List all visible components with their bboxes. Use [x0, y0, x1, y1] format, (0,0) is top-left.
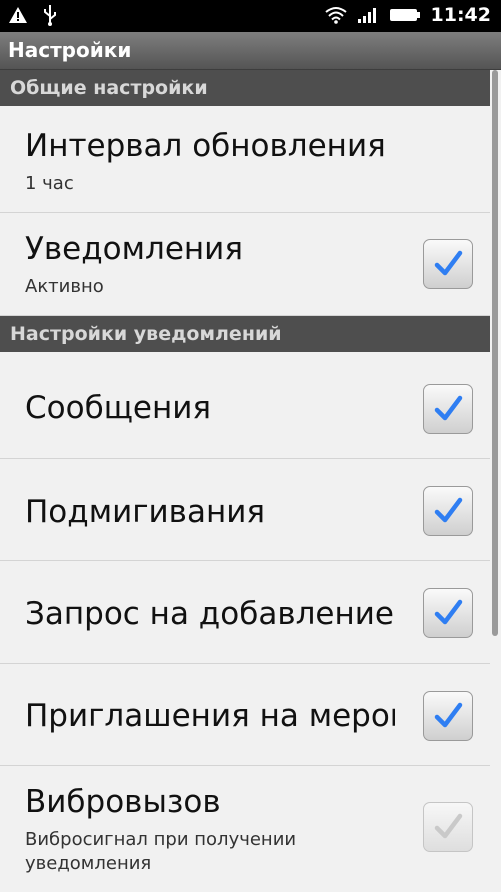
setting-title: Подмигивания — [25, 494, 266, 530]
page-title: Настройки — [0, 32, 501, 70]
checkmark-icon — [434, 497, 463, 523]
setting-notifications[interactable]: Уведомления Активно — [0, 213, 490, 316]
section-header-general: Общие настройки — [0, 70, 490, 106]
setting-messages[interactable]: Сообщения — [0, 352, 490, 459]
setting-vibration: Вибровызов Вибросигнал при получении уве… — [0, 766, 490, 892]
setting-friend-requests[interactable]: Запрос на добавление в — [0, 561, 490, 664]
scrollbar[interactable] — [492, 70, 498, 636]
setting-summary: Вибросигнал при получении уведомления — [25, 829, 297, 874]
setting-title: Запрос на добавление в — [25, 596, 395, 632]
friend-requests-checkbox[interactable] — [423, 588, 473, 638]
setting-summary: Активно — [25, 276, 104, 297]
setting-pokes[interactable]: Подмигивания — [0, 459, 490, 561]
signal-icon — [357, 8, 376, 23]
wifi-icon — [324, 7, 347, 24]
setting-title: Уведомления — [25, 231, 243, 267]
clock: 11:42 — [430, 4, 491, 26]
messages-checkbox[interactable] — [423, 384, 473, 434]
notifications-checkbox[interactable] — [423, 239, 473, 289]
setting-title: Вибровызов — [25, 784, 221, 820]
setting-title: Приглашения на мероп — [25, 698, 395, 734]
checkmark-icon — [434, 395, 463, 421]
warning-icon — [9, 7, 27, 23]
setting-event-invites[interactable]: Приглашения на мероп — [0, 664, 490, 766]
vibration-checkbox — [423, 802, 473, 852]
checkmark-icon — [434, 599, 463, 625]
setting-update-interval[interactable]: Интервал обновления 1 час — [0, 106, 490, 213]
setting-summary: 1 час — [25, 173, 74, 194]
checkmark-icon — [434, 813, 463, 839]
settings-list: Общие настройки Интервал обновления 1 ча… — [0, 70, 501, 892]
setting-title: Интервал обновления — [25, 128, 386, 164]
section-header-notifications: Настройки уведомлений — [0, 316, 490, 352]
battery-icon — [389, 9, 420, 21]
pokes-checkbox[interactable] — [423, 486, 473, 536]
checkmark-icon — [434, 250, 463, 276]
usb-icon — [44, 5, 56, 26]
checkmark-icon — [434, 702, 463, 728]
status-bar: 11:42 — [0, 0, 501, 32]
setting-title: Сообщения — [25, 390, 212, 426]
event-invites-checkbox[interactable] — [423, 691, 473, 741]
